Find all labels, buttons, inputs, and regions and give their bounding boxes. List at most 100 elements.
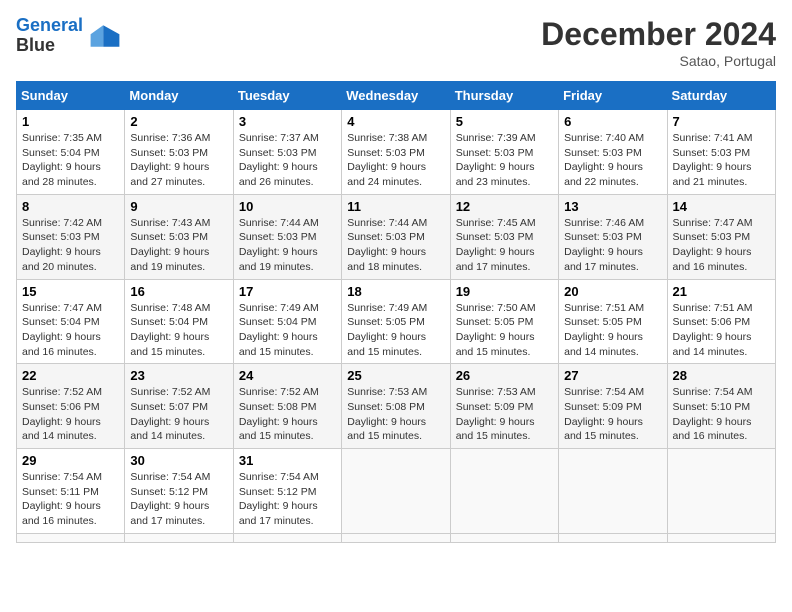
page-header: GeneralBlue December 2024 Satao, Portuga…: [16, 16, 776, 69]
day-detail: Sunrise: 7:54 AM Sunset: 5:12 PM Dayligh…: [130, 470, 227, 529]
day-detail: Sunrise: 7:45 AM Sunset: 5:03 PM Dayligh…: [456, 216, 553, 275]
day-number: 11: [347, 199, 444, 214]
header-monday: Monday: [125, 82, 233, 110]
calendar-cell: 9 Sunrise: 7:43 AM Sunset: 5:03 PM Dayli…: [125, 194, 233, 279]
day-number: 4: [347, 114, 444, 129]
calendar-row: 8 Sunrise: 7:42 AM Sunset: 5:03 PM Dayli…: [17, 194, 776, 279]
calendar-row: 22 Sunrise: 7:52 AM Sunset: 5:06 PM Dayl…: [17, 364, 776, 449]
logo-icon: [87, 18, 123, 54]
calendar-cell: 2 Sunrise: 7:36 AM Sunset: 5:03 PM Dayli…: [125, 110, 233, 195]
calendar-cell: 31 Sunrise: 7:54 AM Sunset: 5:12 PM Dayl…: [233, 449, 341, 534]
calendar-cell: 5 Sunrise: 7:39 AM Sunset: 5:03 PM Dayli…: [450, 110, 558, 195]
calendar-cell: 8 Sunrise: 7:42 AM Sunset: 5:03 PM Dayli…: [17, 194, 125, 279]
calendar-cell: 21 Sunrise: 7:51 AM Sunset: 5:06 PM Dayl…: [667, 279, 775, 364]
title-block: December 2024 Satao, Portugal: [541, 16, 776, 69]
day-number: 8: [22, 199, 119, 214]
day-detail: Sunrise: 7:49 AM Sunset: 5:04 PM Dayligh…: [239, 301, 336, 360]
calendar-header-row: Sunday Monday Tuesday Wednesday Thursday…: [17, 82, 776, 110]
day-number: 23: [130, 368, 227, 383]
calendar-cell: 14 Sunrise: 7:47 AM Sunset: 5:03 PM Dayl…: [667, 194, 775, 279]
header-thursday: Thursday: [450, 82, 558, 110]
calendar-cell: 28 Sunrise: 7:54 AM Sunset: 5:10 PM Dayl…: [667, 364, 775, 449]
day-detail: Sunrise: 7:49 AM Sunset: 5:05 PM Dayligh…: [347, 301, 444, 360]
day-number: 27: [564, 368, 661, 383]
day-number: 9: [130, 199, 227, 214]
header-saturday: Saturday: [667, 82, 775, 110]
calendar-cell: 23 Sunrise: 7:52 AM Sunset: 5:07 PM Dayl…: [125, 364, 233, 449]
calendar-cell: [233, 533, 341, 542]
day-detail: Sunrise: 7:35 AM Sunset: 5:04 PM Dayligh…: [22, 131, 119, 190]
day-detail: Sunrise: 7:44 AM Sunset: 5:03 PM Dayligh…: [347, 216, 444, 275]
calendar-cell: 24 Sunrise: 7:52 AM Sunset: 5:08 PM Dayl…: [233, 364, 341, 449]
day-number: 21: [673, 284, 770, 299]
calendar-cell: 16 Sunrise: 7:48 AM Sunset: 5:04 PM Dayl…: [125, 279, 233, 364]
day-number: 15: [22, 284, 119, 299]
day-detail: Sunrise: 7:50 AM Sunset: 5:05 PM Dayligh…: [456, 301, 553, 360]
day-detail: Sunrise: 7:54 AM Sunset: 5:10 PM Dayligh…: [673, 385, 770, 444]
calendar-cell: 20 Sunrise: 7:51 AM Sunset: 5:05 PM Dayl…: [559, 279, 667, 364]
day-detail: Sunrise: 7:54 AM Sunset: 5:11 PM Dayligh…: [22, 470, 119, 529]
day-number: 16: [130, 284, 227, 299]
calendar-cell: [17, 533, 125, 542]
calendar-cell: 26 Sunrise: 7:53 AM Sunset: 5:09 PM Dayl…: [450, 364, 558, 449]
calendar-cell: 12 Sunrise: 7:45 AM Sunset: 5:03 PM Dayl…: [450, 194, 558, 279]
logo-text: GeneralBlue: [16, 16, 83, 56]
day-number: 17: [239, 284, 336, 299]
calendar-cell: 10 Sunrise: 7:44 AM Sunset: 5:03 PM Dayl…: [233, 194, 341, 279]
day-detail: Sunrise: 7:47 AM Sunset: 5:04 PM Dayligh…: [22, 301, 119, 360]
header-friday: Friday: [559, 82, 667, 110]
day-detail: Sunrise: 7:36 AM Sunset: 5:03 PM Dayligh…: [130, 131, 227, 190]
day-number: 7: [673, 114, 770, 129]
day-detail: Sunrise: 7:52 AM Sunset: 5:07 PM Dayligh…: [130, 385, 227, 444]
calendar-cell: [667, 449, 775, 534]
calendar-cell: 29 Sunrise: 7:54 AM Sunset: 5:11 PM Dayl…: [17, 449, 125, 534]
calendar-cell: 1 Sunrise: 7:35 AM Sunset: 5:04 PM Dayli…: [17, 110, 125, 195]
calendar-cell: 19 Sunrise: 7:50 AM Sunset: 5:05 PM Dayl…: [450, 279, 558, 364]
calendar-cell: 22 Sunrise: 7:52 AM Sunset: 5:06 PM Dayl…: [17, 364, 125, 449]
calendar-cell: 17 Sunrise: 7:49 AM Sunset: 5:04 PM Dayl…: [233, 279, 341, 364]
day-number: 26: [456, 368, 553, 383]
day-number: 2: [130, 114, 227, 129]
day-detail: Sunrise: 7:51 AM Sunset: 5:06 PM Dayligh…: [673, 301, 770, 360]
calendar-cell: [667, 533, 775, 542]
day-number: 13: [564, 199, 661, 214]
calendar-cell: [342, 449, 450, 534]
day-detail: Sunrise: 7:39 AM Sunset: 5:03 PM Dayligh…: [456, 131, 553, 190]
calendar-cell: [450, 533, 558, 542]
day-number: 12: [456, 199, 553, 214]
day-detail: Sunrise: 7:41 AM Sunset: 5:03 PM Dayligh…: [673, 131, 770, 190]
day-number: 29: [22, 453, 119, 468]
day-number: 6: [564, 114, 661, 129]
location-subtitle: Satao, Portugal: [541, 53, 776, 69]
day-detail: Sunrise: 7:54 AM Sunset: 5:12 PM Dayligh…: [239, 470, 336, 529]
calendar-cell: [342, 533, 450, 542]
day-detail: Sunrise: 7:40 AM Sunset: 5:03 PM Dayligh…: [564, 131, 661, 190]
day-number: 14: [673, 199, 770, 214]
day-number: 22: [22, 368, 119, 383]
day-number: 10: [239, 199, 336, 214]
calendar-cell: 15 Sunrise: 7:47 AM Sunset: 5:04 PM Dayl…: [17, 279, 125, 364]
calendar-cell: 3 Sunrise: 7:37 AM Sunset: 5:03 PM Dayli…: [233, 110, 341, 195]
day-number: 24: [239, 368, 336, 383]
calendar-cell: 11 Sunrise: 7:44 AM Sunset: 5:03 PM Dayl…: [342, 194, 450, 279]
calendar-row: 1 Sunrise: 7:35 AM Sunset: 5:04 PM Dayli…: [17, 110, 776, 195]
day-detail: Sunrise: 7:52 AM Sunset: 5:06 PM Dayligh…: [22, 385, 119, 444]
calendar-row: 29 Sunrise: 7:54 AM Sunset: 5:11 PM Dayl…: [17, 449, 776, 534]
calendar-row: 15 Sunrise: 7:47 AM Sunset: 5:04 PM Dayl…: [17, 279, 776, 364]
day-number: 20: [564, 284, 661, 299]
day-number: 5: [456, 114, 553, 129]
day-number: 25: [347, 368, 444, 383]
header-sunday: Sunday: [17, 82, 125, 110]
day-number: 30: [130, 453, 227, 468]
day-detail: Sunrise: 7:54 AM Sunset: 5:09 PM Dayligh…: [564, 385, 661, 444]
day-detail: Sunrise: 7:44 AM Sunset: 5:03 PM Dayligh…: [239, 216, 336, 275]
day-number: 1: [22, 114, 119, 129]
day-detail: Sunrise: 7:47 AM Sunset: 5:03 PM Dayligh…: [673, 216, 770, 275]
calendar-cell: 30 Sunrise: 7:54 AM Sunset: 5:12 PM Dayl…: [125, 449, 233, 534]
calendar-cell: 18 Sunrise: 7:49 AM Sunset: 5:05 PM Dayl…: [342, 279, 450, 364]
header-wednesday: Wednesday: [342, 82, 450, 110]
day-detail: Sunrise: 7:46 AM Sunset: 5:03 PM Dayligh…: [564, 216, 661, 275]
day-detail: Sunrise: 7:53 AM Sunset: 5:09 PM Dayligh…: [456, 385, 553, 444]
day-detail: Sunrise: 7:48 AM Sunset: 5:04 PM Dayligh…: [130, 301, 227, 360]
day-number: 28: [673, 368, 770, 383]
